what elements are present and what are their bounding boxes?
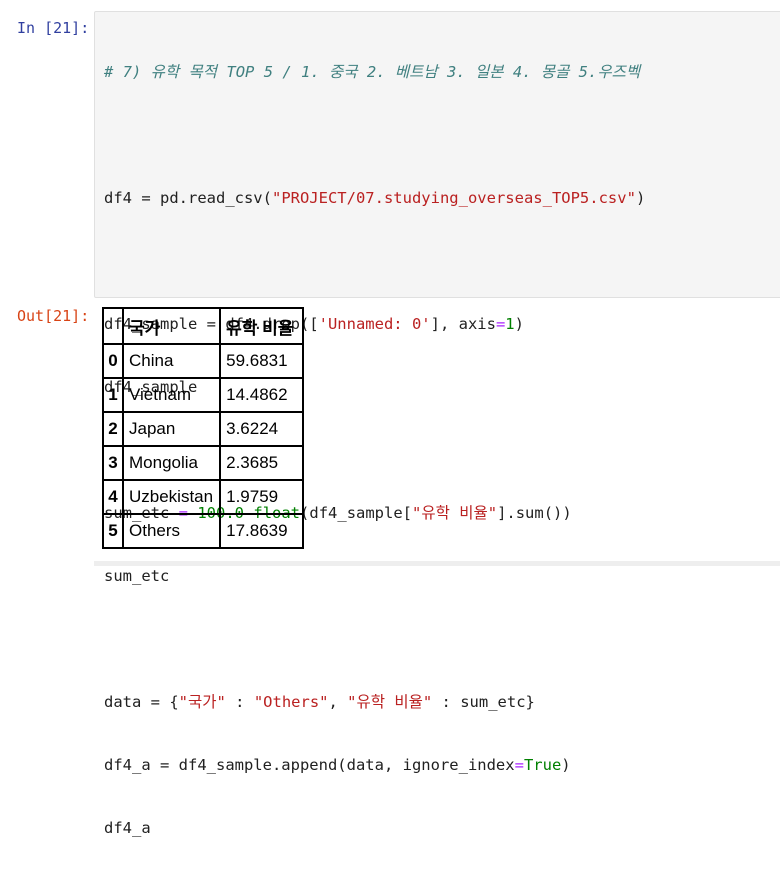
code-line-13: df4_a xyxy=(104,818,645,839)
code-text: ) xyxy=(635,189,646,207)
code-text: df4 = pd.read_csv( xyxy=(104,189,272,207)
code-text: ) xyxy=(514,315,524,333)
code-line-12: df4_a = df4_sample.append(data, ignore_i… xyxy=(104,755,645,776)
code-string: "유학 비율" xyxy=(347,693,433,711)
code-text: , xyxy=(328,693,348,711)
code-line-9: sum_etc xyxy=(104,566,645,587)
code-text: ], axis xyxy=(430,315,496,333)
table-row: 3 Mongolia 2.3685 xyxy=(102,445,305,481)
column-header-ratio: 유학 비율 xyxy=(219,307,305,345)
code-text: ].sum()) xyxy=(497,504,572,522)
cell-ratio: 14.4862 xyxy=(219,377,305,413)
code-text: ) xyxy=(561,756,571,774)
table-row: 5 Others 17.8639 xyxy=(102,513,305,549)
table-row: 1 Vietnam 14.4862 xyxy=(102,377,305,413)
code-cell[interactable]: # 7) 유학 목적 TOP 5 / 1. 중국 2. 베트남 3. 일본 4.… xyxy=(94,11,780,837)
code-keyword: True xyxy=(523,756,562,774)
code-string: "국가" xyxy=(178,693,226,711)
row-index: 0 xyxy=(102,343,124,379)
column-header-country: 국가 xyxy=(121,307,222,345)
output-prompt: Out[21]: xyxy=(17,307,90,325)
row-index: 2 xyxy=(102,411,124,447)
cell-ratio: 17.8639 xyxy=(219,513,305,549)
row-index: 1 xyxy=(102,377,124,413)
code-line-3: df4 = pd.read_csv("PROJECT/07.studying_o… xyxy=(104,188,645,209)
code-line-11: data = {"국가" : "Others", "유학 비율" : sum_e… xyxy=(104,692,645,713)
code-number: 1 xyxy=(505,315,515,333)
table-header-row: 국가 유학 비율 xyxy=(102,307,305,345)
code-text: data = { xyxy=(104,693,179,711)
row-index: 3 xyxy=(102,445,124,481)
code-string: "유학 비율" xyxy=(412,504,498,522)
table-row: 2 Japan 3.6224 xyxy=(102,411,305,447)
code-comment: # 7) 유학 목적 TOP 5 / 1. 중국 2. 베트남 3. 일본 4.… xyxy=(104,63,641,81)
cell-country: Japan xyxy=(121,411,222,447)
code-text: : xyxy=(225,693,254,711)
code-text: df4_a = df4_sample.append(data, ignore_i… xyxy=(104,756,515,774)
code-string: "PROJECT/07.studying_overseas_TOP5.csv" xyxy=(271,189,636,207)
code-line-1: # 7) 유학 목적 TOP 5 / 1. 중국 2. 베트남 3. 일본 4.… xyxy=(104,62,645,83)
dataframe-table: 국가 유학 비율 0 China 59.6831 1 Vietnam 14.48… xyxy=(102,307,305,549)
row-index: 4 xyxy=(102,479,124,515)
code-text: df4_a xyxy=(104,819,151,837)
cell-country: Mongolia xyxy=(121,445,222,481)
cell-country: Uzbekistan xyxy=(121,479,222,515)
code-string: "Others" xyxy=(253,693,329,711)
code-operator: = xyxy=(514,756,524,774)
code-text: sum_etc xyxy=(104,567,170,585)
table-row: 4 Uzbekistan 1.9759 xyxy=(102,479,305,515)
cell-ratio: 59.6831 xyxy=(219,343,305,379)
code-text: (df4_sample[ xyxy=(300,504,413,522)
cell-country: Others xyxy=(121,513,222,549)
cell-ratio: 2.3685 xyxy=(219,445,305,481)
cell-ratio: 1.9759 xyxy=(219,479,305,515)
table-row: 0 China 59.6831 xyxy=(102,343,305,379)
horizontal-scrollbar[interactable] xyxy=(94,561,780,566)
code-string: 'Unnamed: 0' xyxy=(318,315,431,333)
cell-country: China xyxy=(121,343,222,379)
cell-ratio: 3.6224 xyxy=(219,411,305,447)
index-header xyxy=(102,307,124,345)
code-text: : sum_etc} xyxy=(432,693,535,711)
code-operator: = xyxy=(495,315,506,333)
row-index: 5 xyxy=(102,513,124,549)
cell-country: Vietnam xyxy=(121,377,222,413)
input-prompt: In [21]: xyxy=(17,19,90,37)
